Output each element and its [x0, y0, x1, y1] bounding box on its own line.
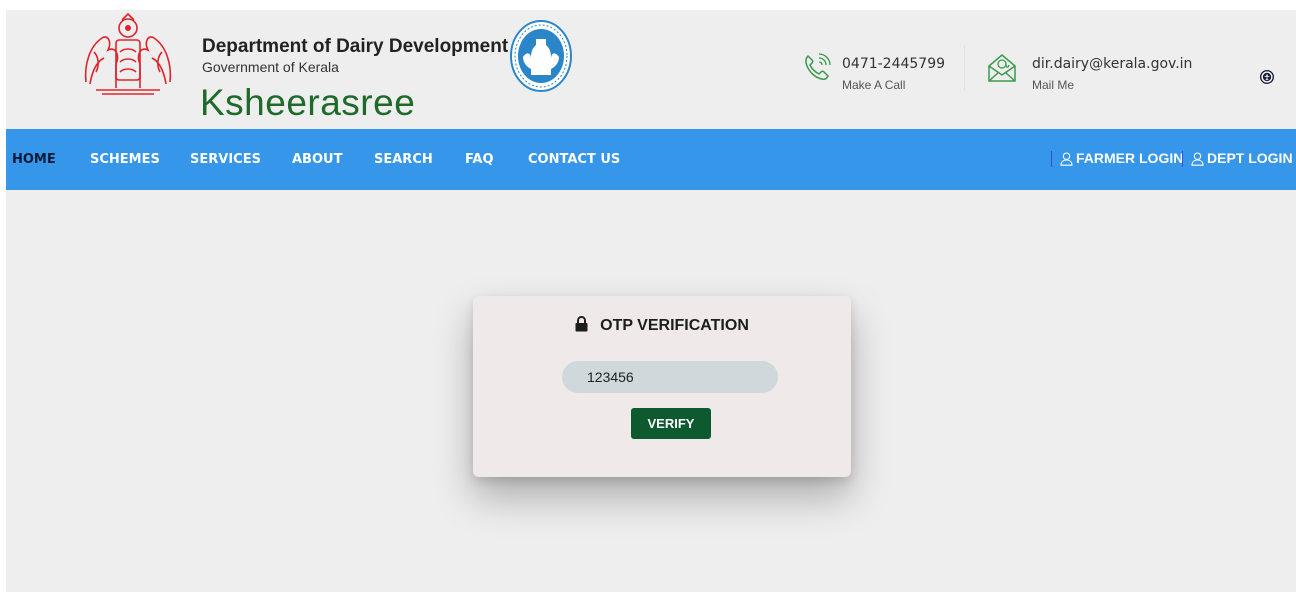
otp-verification-card: OTP VERIFICATION VERIFY — [473, 296, 851, 477]
department-title: Department of Dairy Development — [202, 36, 509, 57]
phone-icon — [805, 53, 831, 80]
phone-label: Make A Call — [842, 78, 906, 92]
accessibility-icon[interactable] — [1260, 70, 1274, 84]
kerala-emblem-logo — [84, 12, 172, 95]
otp-input[interactable] — [562, 361, 778, 393]
page: Department of Dairy Development Governme… — [6, 10, 1296, 592]
main-navbar: HOME SCHEMES SERVICES ABOUT SEARCH FAQ C… — [6, 129, 1296, 190]
nav-separator — [1051, 151, 1052, 167]
government-subtitle: Government of Kerala — [202, 59, 339, 75]
dept-login-label: DEPT LOGIN — [1207, 150, 1293, 166]
dept-login-link[interactable]: DEPT LOGIN — [1191, 129, 1293, 190]
email-label: Mail Me — [1032, 78, 1075, 92]
phone-number[interactable]: 0471-2445799 — [842, 56, 945, 72]
user-icon — [1191, 152, 1204, 167]
nav-schemes[interactable]: SCHEMES — [90, 129, 160, 190]
brand-name: Ksheerasree — [200, 82, 416, 123]
nav-search[interactable]: SEARCH — [374, 129, 433, 190]
otp-title-text: OTP VERIFICATION — [600, 317, 749, 334]
mail-icon — [988, 54, 1016, 82]
nav-about[interactable]: ABOUT — [292, 129, 342, 190]
email-address[interactable]: dir.dairy@kerala.gov.in — [1032, 56, 1192, 72]
verify-button[interactable]: VERIFY — [631, 408, 711, 439]
header: Department of Dairy Development Governme… — [6, 10, 1296, 129]
otp-title: OTP VERIFICATION — [473, 316, 851, 335]
nav-separator — [1182, 151, 1183, 167]
user-icon — [1060, 152, 1073, 167]
farmer-login-label: FARMER LOGIN — [1076, 150, 1184, 166]
nav-home[interactable]: HOME — [12, 129, 56, 190]
nav-faq[interactable]: FAQ — [465, 129, 494, 190]
dairy-logo — [510, 20, 572, 92]
nav-services[interactable]: SERVICES — [190, 129, 261, 190]
nav-contact-us[interactable]: CONTACT US — [528, 129, 620, 190]
header-divider — [964, 45, 965, 91]
farmer-login-link[interactable]: FARMER LOGIN — [1060, 129, 1183, 190]
lock-icon — [575, 316, 588, 332]
